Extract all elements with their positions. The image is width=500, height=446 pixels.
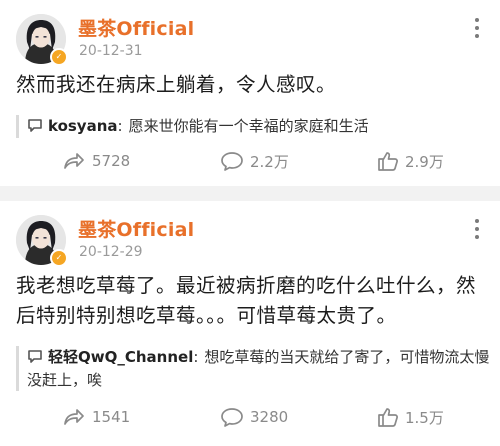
thumbs-up-icon <box>378 408 398 427</box>
post-date: 20-12-31 <box>79 43 143 59</box>
post-content: 我老想吃草莓了。最近被病折磨的吃什么吐什么，然后特别特别想吃草莓。。。可惜草莓太… <box>16 274 477 327</box>
more-vertical-icon[interactable] <box>474 18 480 42</box>
comment-button[interactable]: 2.2万 <box>220 148 289 174</box>
like-button[interactable]: 1.5万 <box>377 404 444 430</box>
verified-badge-icon: ✓ <box>50 48 68 66</box>
reply-username[interactable]: 轻轻QwQ_Channel <box>48 348 193 366</box>
verified-badge-icon: ✓ <box>50 249 68 267</box>
reply-username[interactable]: kosyana <box>48 117 118 135</box>
post-content: 然而我还在病床上躺着，令人感叹。 <box>16 73 337 96</box>
repost-button[interactable]: 5728 <box>62 148 130 174</box>
featured-reply[interactable]: kosyana: 愿来世你能有一个幸福的家庭和生活 <box>16 115 495 138</box>
repost-button[interactable]: 1541 <box>62 404 130 430</box>
post-date: 20-12-29 <box>79 244 143 260</box>
like-button[interactable]: 2.9万 <box>377 148 444 174</box>
repost-count: 1541 <box>92 408 131 426</box>
comment-count: 2.2万 <box>250 152 289 171</box>
action-bar: 5728 2.2万 2.9万 <box>0 148 500 174</box>
reply-separator: : <box>117 117 123 135</box>
reply-bubble-icon <box>27 347 43 369</box>
reply-bubble-icon <box>27 116 43 138</box>
author-name[interactable]: 墨茶Official <box>78 14 194 41</box>
post-card: ✓ 墨茶Official 20-12-29 我老想吃草莓了。最近被病折磨的吃什么… <box>0 201 500 446</box>
comment-bubble-icon <box>221 152 243 171</box>
featured-reply[interactable]: 轻轻QwQ_Channel: 想吃草莓的当天就给了寄了，可惜物流太慢没赶上，唉 <box>16 346 495 391</box>
like-count: 1.5万 <box>405 408 444 427</box>
repost-count: 5728 <box>92 152 131 170</box>
comment-count: 3280 <box>250 408 289 426</box>
comment-button[interactable]: 3280 <box>220 404 288 430</box>
reply-separator: : <box>193 348 199 366</box>
comment-bubble-icon <box>221 408 243 427</box>
more-vertical-icon[interactable] <box>474 219 480 243</box>
like-count: 2.9万 <box>405 152 444 171</box>
post-card: ✓ 墨茶Official 20-12-31 然而我还在病床上躺着，令人感叹。 k… <box>0 0 500 186</box>
repost-arrow-icon <box>64 409 84 425</box>
reply-text: 愿来世你能有一个幸福的家庭和生活 <box>128 117 369 135</box>
repost-arrow-icon <box>64 153 84 169</box>
action-bar: 1541 3280 1.5万 <box>0 404 500 430</box>
author-name[interactable]: 墨茶Official <box>78 215 194 242</box>
thumbs-up-icon <box>378 152 398 171</box>
